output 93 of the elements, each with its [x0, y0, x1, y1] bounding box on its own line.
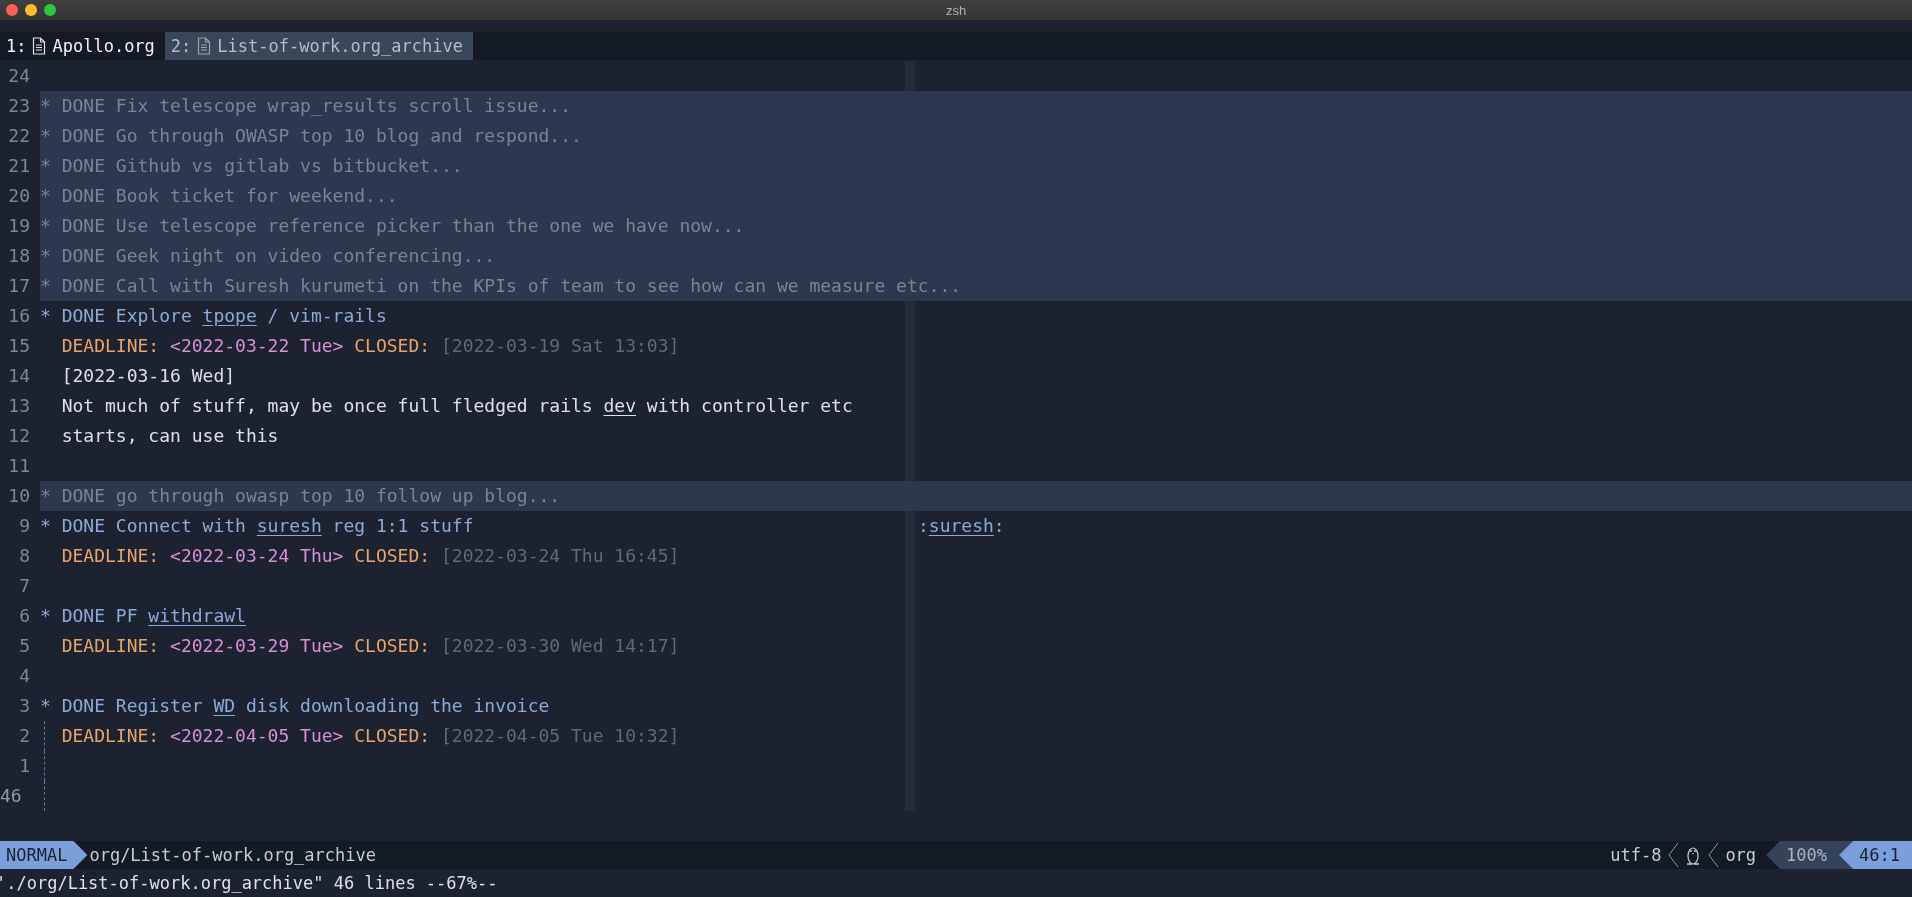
zoom-button[interactable] — [44, 4, 56, 16]
heading-text: / vim-rails — [267, 304, 387, 328]
line-number: 16 — [7, 304, 31, 328]
line-number: 10 — [7, 484, 31, 508]
timestamp: <2022-03-29 Tue> — [170, 634, 344, 658]
timestamp: [2022-03-24 Thu 16:45] — [440, 544, 680, 568]
folded-heading: * DONE Call with Suresh kurumeti on the KPIs of team to see how can we measure etc... — [40, 274, 962, 298]
body-text: starts, can use this — [61, 424, 279, 448]
body-text: [2022-03-16 Wed] — [61, 364, 236, 388]
line-number: 13 — [7, 394, 31, 418]
file-icon — [197, 37, 212, 55]
heading-bullet: * — [40, 514, 51, 538]
line-number: 9 — [18, 514, 31, 538]
line-number: 3 — [18, 694, 31, 718]
line-number: 4 — [18, 664, 31, 688]
cursor-position: 46:1 — [1839, 841, 1912, 869]
keyword: DEADLINE: — [61, 724, 160, 748]
line-number: 2 — [18, 724, 31, 748]
mode-indicator: NORMAL — [0, 841, 88, 869]
color-column — [904, 511, 915, 541]
link[interactable]: withdrawl — [148, 601, 246, 631]
timestamp: [2022-03-19 Sat 13:03] — [440, 334, 680, 358]
tab[interactable]: 2: List-of-work.org_archive — [164, 32, 473, 60]
line-number: 18 — [7, 244, 31, 268]
heading-text: DONE Connect with — [61, 514, 246, 538]
keyword: CLOSED: — [354, 544, 431, 568]
keyword: CLOSED: — [354, 334, 431, 358]
color-column — [904, 451, 915, 481]
color-column — [904, 301, 915, 331]
color-column — [904, 61, 915, 91]
line-number: 20 — [7, 184, 31, 208]
chevron-icon — [1667, 841, 1680, 869]
tag-colon: : — [917, 514, 929, 538]
chevron-icon — [1707, 841, 1720, 869]
line-number: 1 — [18, 754, 31, 778]
timestamp: [2022-03-30 Wed 14:17] — [440, 634, 680, 658]
keyword: DEADLINE: — [61, 334, 160, 358]
penguin-icon — [1685, 845, 1702, 865]
line-number: 24 — [7, 64, 31, 88]
timestamp: [2022-04-05 Tue 10:32] — [440, 724, 680, 748]
line-number: 46 — [0, 784, 23, 808]
window-title: zsh — [945, 2, 967, 18]
body-text: Not much of stuff, may be once full fledged rails — [61, 394, 593, 418]
line-number: 14 — [7, 364, 31, 388]
link[interactable]: dev — [603, 391, 637, 421]
line-number: 6 — [18, 604, 31, 628]
folded-heading: * DONE Book ticket for weekend... — [40, 184, 398, 208]
keyword: CLOSED: — [354, 634, 431, 658]
folded-heading: * DONE Use telescope reference picker than the one we have now... — [40, 214, 745, 238]
link[interactable]: tpope — [202, 301, 257, 331]
folded-heading: * DONE go through owasp top 10 follow up blog... — [40, 484, 561, 508]
minimize-button[interactable] — [25, 4, 37, 16]
close-button[interactable] — [6, 4, 18, 16]
keyword: DEADLINE: — [61, 634, 160, 658]
heading-text: disk downloading the invoice — [245, 694, 550, 718]
folded-heading: * DONE Fix telescope wrap_results scroll issue... — [40, 94, 571, 118]
link[interactable]: suresh — [928, 511, 994, 541]
line-number: 22 — [7, 124, 31, 148]
line-number: 5 — [18, 634, 31, 658]
command-message: './org/List-of-work.org_archive" 46 lines --67%-- — [0, 872, 498, 895]
file-icon — [32, 37, 47, 55]
folded-heading: * DONE Geek night on video conferencing... — [40, 244, 496, 268]
encoding: utf-8 — [1610, 844, 1662, 867]
line-number: 7 — [18, 574, 31, 598]
link[interactable]: WD — [213, 691, 236, 721]
tag-colon: : — [993, 514, 1005, 538]
heading-text: DONE Explore — [61, 304, 192, 328]
heading-bullet: * — [40, 304, 51, 328]
folded-heading: * DONE Go through OWASP top 10 blog and respond... — [40, 124, 582, 148]
folded-heading: * DONE Github vs gitlab vs bitbucket... — [40, 154, 463, 178]
timestamp: <2022-03-24 Thu> — [170, 544, 344, 568]
scroll-percent: 100% — [1766, 841, 1840, 869]
line-number: 11 — [7, 454, 31, 478]
link[interactable]: suresh — [256, 511, 322, 541]
keyword: CLOSED: — [354, 724, 431, 748]
keyword: DEADLINE: — [61, 544, 160, 568]
heading-bullet: * — [40, 604, 51, 628]
heading-text: reg 1:1 stuff — [332, 514, 474, 538]
timestamp: <2022-03-22 Tue> — [170, 334, 344, 358]
line-number: 8 — [18, 544, 31, 568]
line-number: 12 — [7, 424, 31, 448]
line-number: 17 — [7, 274, 31, 298]
heading-bullet: * — [40, 694, 51, 718]
heading-text: DONE PF — [61, 604, 138, 628]
timestamp: <2022-04-05 Tue> — [170, 724, 344, 748]
line-number: 19 — [7, 214, 31, 238]
line-number: 23 — [7, 94, 31, 118]
heading-text: DONE Register — [61, 694, 203, 718]
filetype: org — [1725, 844, 1757, 867]
body-text: with controller etc — [646, 394, 853, 418]
file-path: org/List-of-work.org_archive — [89, 844, 376, 867]
line-number: 15 — [7, 334, 31, 358]
line-number: 21 — [7, 154, 31, 178]
